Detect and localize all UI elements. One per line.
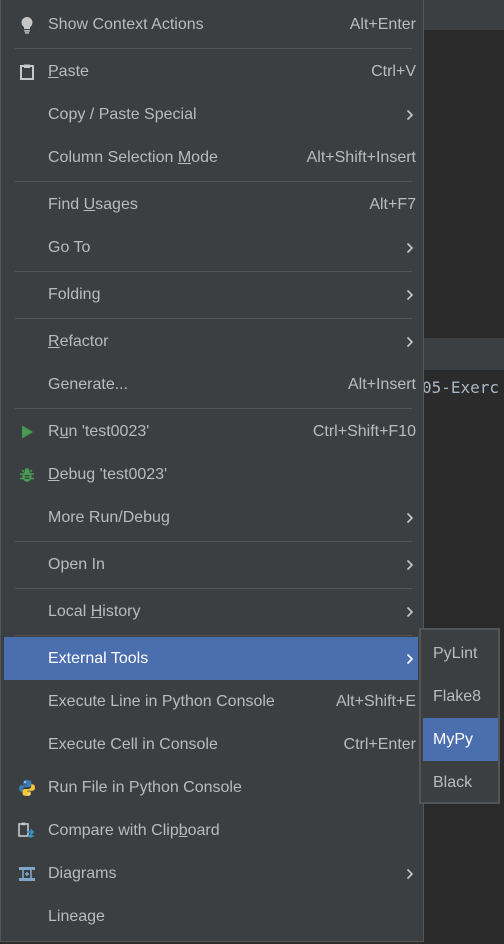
diagram-icon <box>16 852 38 895</box>
menu-separator <box>15 318 412 319</box>
menu-item-shortcut: Alt+Shift+Insert <box>306 148 416 166</box>
menu-item-shortcut: Ctrl+Enter <box>343 735 416 753</box>
chevron-right-icon <box>406 226 414 269</box>
menu-item-column-selection-mode[interactable]: Column Selection Mode Alt+Shift+Insert <box>4 136 418 179</box>
submenu-item-flake8[interactable]: Flake8 <box>423 675 498 718</box>
menu-item-find-usages[interactable]: Find Usages Alt+F7 <box>4 183 418 226</box>
clipboard-icon <box>16 50 38 93</box>
chevron-right-icon <box>406 496 414 539</box>
menu-item-label: Go To <box>48 238 91 256</box>
menu-item-execute-cell[interactable]: Execute Cell in Console Ctrl+Enter <box>4 723 418 766</box>
editor-area <box>420 30 504 338</box>
chevron-right-icon <box>406 93 414 136</box>
menu-item-diagrams[interactable]: Diagrams <box>4 852 418 895</box>
menu-item-label: Debug 'test0023' <box>48 465 168 483</box>
chevron-right-icon <box>406 852 414 895</box>
submenu-item-mypy[interactable]: MyPy <box>423 718 498 761</box>
chevron-right-icon <box>406 637 414 680</box>
menu-item-paste[interactable]: Paste Ctrl+V <box>4 50 418 93</box>
menu-item-label: Open In <box>48 555 105 573</box>
chevron-right-icon <box>406 273 414 316</box>
menu-item-local-history[interactable]: Local History <box>4 590 418 633</box>
menu-item-label: Paste <box>48 62 89 80</box>
menu-item-label: Compare with Clipboard <box>48 821 220 839</box>
menu-item-label: Execute Cell in Console <box>48 735 218 753</box>
menu-item-label: Show Context Actions <box>48 15 204 33</box>
menu-item-run[interactable]: Run 'test0023' Ctrl+Shift+F10 <box>4 410 418 453</box>
menu-item-generate[interactable]: Generate... Alt+Insert <box>4 363 418 406</box>
editor-tab-bar <box>420 0 504 30</box>
lightbulb-icon <box>16 3 38 46</box>
run-icon <box>16 410 38 453</box>
menu-item-shortcut: Alt+Enter <box>349 15 416 33</box>
menu-item-shortcut: Alt+Insert <box>347 375 416 393</box>
menu-item-refactor[interactable]: Refactor <box>4 320 418 363</box>
menu-item-execute-line[interactable]: Execute Line in Python Console Alt+Shift… <box>4 680 418 723</box>
menu-item-shortcut: Alt+F7 <box>369 195 416 213</box>
menu-separator <box>15 181 412 182</box>
menu-item-lineage[interactable]: Lineage <box>4 895 418 938</box>
menu-item-external-tools[interactable]: External Tools <box>4 637 418 680</box>
submenu-item-pylint[interactable]: PyLint <box>423 632 498 675</box>
menu-separator <box>15 541 412 542</box>
console-tab-bar <box>420 338 504 370</box>
bug-icon <box>16 453 38 496</box>
menu-item-shortcut: Ctrl+V <box>371 62 416 80</box>
menu-item-run-file-in-console[interactable]: Run File in Python Console <box>4 766 418 809</box>
menu-item-more-run-debug[interactable]: More Run/Debug <box>4 496 418 539</box>
menu-item-label: Refactor <box>48 332 109 350</box>
menu-separator <box>15 588 412 589</box>
compare-icon <box>16 809 38 852</box>
menu-item-go-to[interactable]: Go To <box>4 226 418 269</box>
chevron-right-icon <box>406 590 414 633</box>
menu-separator <box>15 271 412 272</box>
menu-separator <box>15 635 412 636</box>
menu-item-folding[interactable]: Folding <box>4 273 418 316</box>
python-icon <box>16 766 38 809</box>
console-text: 05-Exerc <box>422 378 500 397</box>
menu-item-label: Run File in Python Console <box>48 778 242 796</box>
chevron-right-icon <box>406 543 414 586</box>
menu-item-label: Run 'test0023' <box>48 422 150 440</box>
menu-item-label: Find Usages <box>48 195 138 213</box>
menu-separator <box>15 48 412 49</box>
menu-item-label: Column Selection Mode <box>48 148 218 166</box>
menu-separator <box>15 408 412 409</box>
menu-item-compare-with-clipboard[interactable]: Compare with Clipboard <box>4 809 418 852</box>
menu-item-shortcut: Alt+Shift+E <box>335 692 416 710</box>
menu-item-open-in[interactable]: Open In <box>4 543 418 586</box>
menu-item-label: Diagrams <box>48 864 117 882</box>
context-menu: Show Context Actions Alt+Enter Paste Ctr… <box>0 0 424 942</box>
chevron-right-icon <box>406 320 414 363</box>
external-tools-submenu: PyLint Flake8 MyPy Black <box>419 628 500 804</box>
menu-item-copy-paste-special[interactable]: Copy / Paste Special <box>4 93 418 136</box>
menu-item-label: External Tools <box>48 649 149 667</box>
menu-item-label: Local History <box>48 602 141 620</box>
menu-item-label: More Run/Debug <box>48 508 170 526</box>
submenu-item-black[interactable]: Black <box>423 761 498 804</box>
menu-item-label: Folding <box>48 285 101 303</box>
menu-item-label: Copy / Paste Special <box>48 105 197 123</box>
menu-item-label: Lineage <box>48 907 105 925</box>
menu-item-show-context-actions[interactable]: Show Context Actions Alt+Enter <box>4 3 418 46</box>
menu-item-shortcut: Ctrl+Shift+F10 <box>312 422 416 440</box>
menu-item-debug[interactable]: Debug 'test0023' <box>4 453 418 496</box>
menu-item-label: Execute Line in Python Console <box>48 692 275 710</box>
menu-item-label: Generate... <box>48 375 129 393</box>
